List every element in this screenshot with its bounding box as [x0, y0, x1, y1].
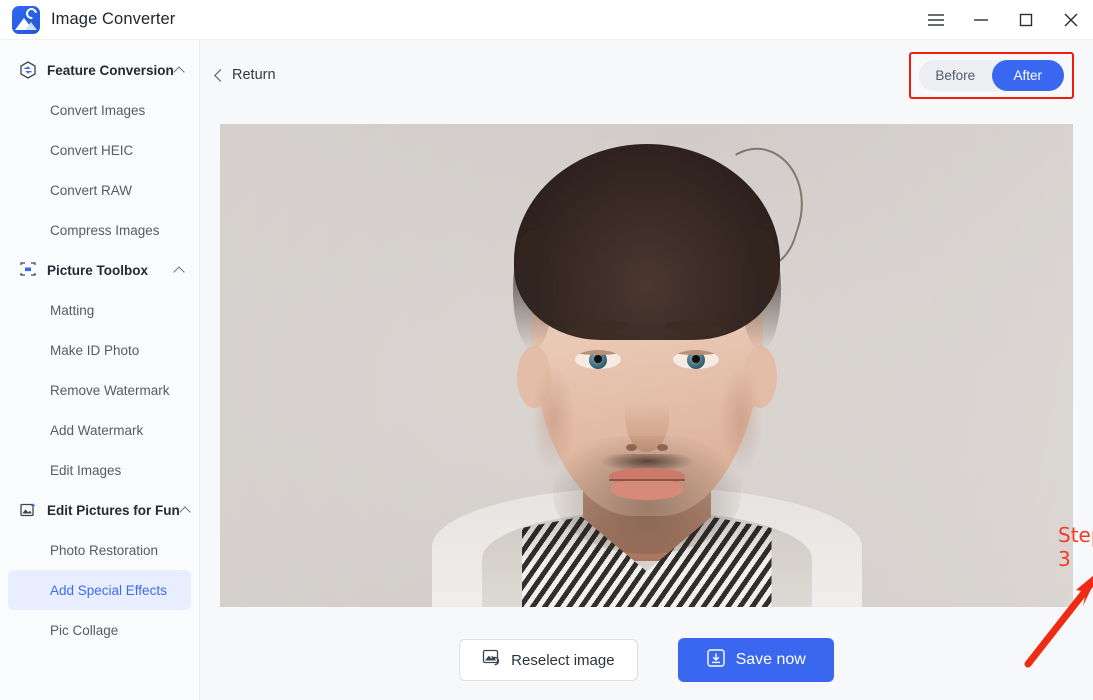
sidebar-group-label: Picture Toolbox [47, 262, 149, 278]
menu-icon[interactable] [913, 0, 958, 40]
sidebar-item-edit-images[interactable]: Edit Images [8, 450, 191, 490]
eye-left [574, 350, 621, 369]
sidebar-item-add-watermark[interactable]: Add Watermark [8, 410, 191, 450]
eyelid-right [672, 350, 719, 355]
sidebar-item-photo-restoration[interactable]: Photo Restoration [8, 530, 191, 570]
sidebar-item-label: Pic Collage [50, 622, 119, 638]
sidebar-item-label: Compress Images [50, 222, 160, 238]
sidebar-item-pic-collage[interactable]: Pic Collage [8, 610, 191, 650]
sidebar-group-label: Feature Conversion [47, 62, 174, 78]
chevron-up-icon[interactable] [180, 505, 185, 516]
sidebar-item-remove-watermark[interactable]: Remove Watermark [8, 370, 191, 410]
toggle-before[interactable]: Before [919, 60, 992, 91]
sidebar-item-make-id-photo[interactable]: Make ID Photo [8, 330, 191, 370]
highlight-box: Before After [909, 52, 1074, 99]
pupil-left [593, 355, 602, 363]
sidebar-item-label: Convert HEIC [50, 142, 134, 158]
before-after-toggle[interactable]: Before After [919, 60, 1064, 91]
sidebar-group-edit-pictures-for-fun[interactable]: Edit Pictures for Fun [0, 490, 199, 530]
sidebar-group-label: Edit Pictures for Fun [47, 502, 180, 518]
sidebar-item-label: Convert Images [50, 102, 146, 118]
hair-sideburn-left [512, 230, 553, 350]
main-content: Return Before After Ste 3 [200, 40, 1093, 700]
toggle-after[interactable]: After [991, 60, 1064, 91]
content-toolbar: Return Before After [200, 40, 1093, 110]
before-after-toggle-wrapper: Before After [909, 52, 1074, 99]
eye-right [672, 350, 719, 369]
sidebar-group-picture-toolbox[interactable]: Picture Toolbox [0, 250, 199, 290]
pupil-right [691, 355, 700, 363]
app-window: Image Converter Feature Conversion Conve… [0, 0, 1093, 700]
lower-lip [610, 480, 683, 500]
image-refresh-icon [482, 649, 502, 671]
image-converter-logo [12, 5, 40, 34]
sidebar-item-label: Matting [50, 302, 95, 318]
logo-mountain-shape-small [25, 21, 37, 30]
sidebar-item-convert-raw[interactable]: Convert RAW [8, 170, 191, 210]
return-button[interactable]: Return [200, 61, 286, 89]
action-bar: Reselect image Save now [200, 620, 1093, 700]
hexagon-convert-icon [18, 60, 38, 80]
sidebar-item-label: Add Watermark [50, 422, 144, 438]
save-now-button[interactable]: Save now [677, 638, 834, 682]
mouth-line [608, 479, 685, 481]
sidebar-item-label: Make ID Photo [50, 342, 140, 358]
sidebar-item-compress-images[interactable]: Compress Images [8, 210, 191, 250]
hair-sideburn-right [740, 230, 781, 350]
save-now-label: Save now [735, 651, 806, 668]
image-preview[interactable] [220, 124, 1073, 607]
minimize-icon[interactable] [958, 0, 1003, 40]
app-title: Image Converter [51, 10, 176, 28]
sidebar-item-matting[interactable]: Matting [8, 290, 191, 330]
reselect-image-label: Reselect image [511, 651, 615, 669]
sidebar-item-convert-heic[interactable]: Convert HEIC [8, 130, 191, 170]
sidebar-item-label: Add Special Effects [50, 582, 167, 598]
sidebar-item-convert-images[interactable]: Convert Images [8, 90, 191, 130]
sidebar-item-add-special-effects[interactable]: Add Special Effects [8, 570, 191, 610]
sidebar-item-label: Edit Images [50, 462, 122, 478]
sidebar-item-label: Convert RAW [50, 182, 133, 198]
toolbox-frame-icon [18, 260, 38, 280]
sidebar-item-label: Photo Restoration [50, 542, 159, 558]
portrait-illustration [220, 124, 1073, 607]
picture-sparkle-icon [18, 500, 38, 520]
reselect-image-button[interactable]: Reselect image [459, 639, 638, 681]
download-icon [706, 648, 726, 673]
return-label: Return [232, 67, 276, 83]
sidebar-group-feature-conversion[interactable]: Feature Conversion [0, 50, 199, 90]
close-icon[interactable] [1048, 0, 1093, 40]
app-brand: Image Converter [0, 5, 176, 34]
title-bar: Image Converter [0, 0, 1093, 40]
maximize-icon[interactable] [1003, 0, 1048, 40]
sidebar: Feature Conversion Convert Images Conver… [0, 40, 200, 700]
chevron-up-icon[interactable] [174, 65, 185, 76]
chevron-left-icon [214, 71, 223, 80]
sidebar-item-label: Remove Watermark [50, 382, 170, 398]
window-controls [913, 0, 1093, 40]
eyelid-left [574, 350, 621, 355]
chevron-up-icon[interactable] [174, 265, 185, 276]
